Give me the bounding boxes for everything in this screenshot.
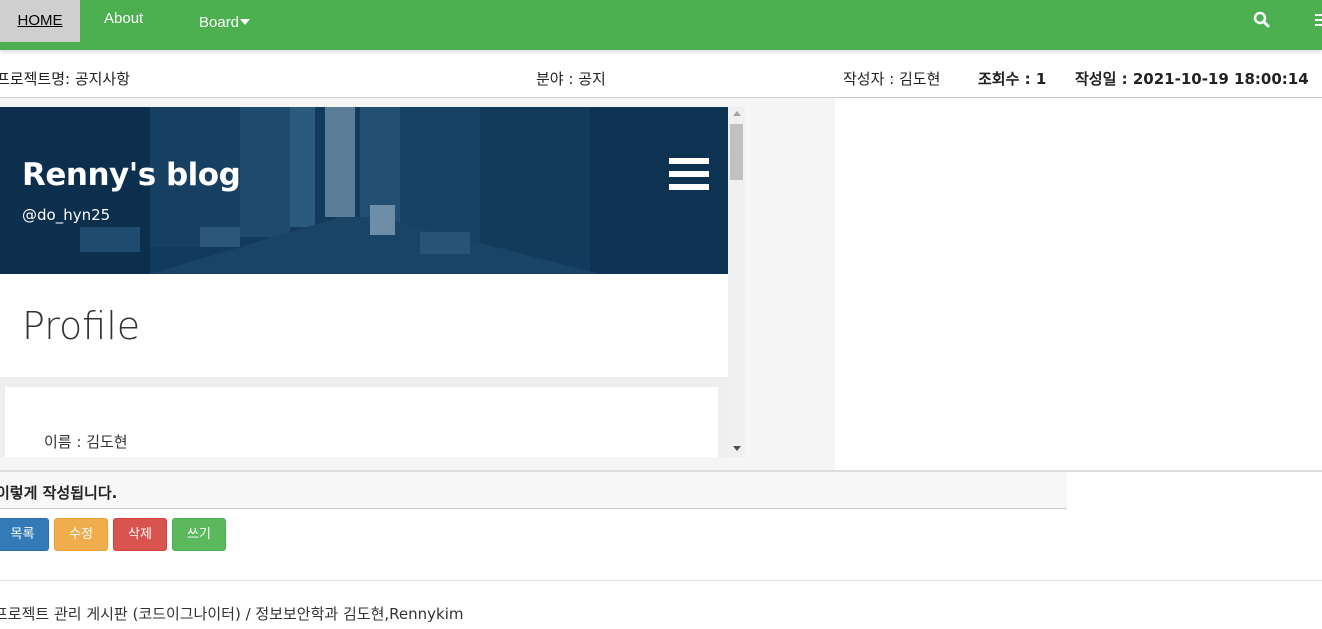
nav-about-link[interactable]: About xyxy=(104,0,143,40)
post-views: 조회수 : 1 xyxy=(978,70,1047,88)
top-navbar: HOME About Board xyxy=(0,0,1322,50)
post-date: 작성일 : 2021-10-19 18:00:14 xyxy=(1075,70,1309,88)
frame-scrollbar[interactable] xyxy=(728,107,745,457)
blog-hero-banner: Renny's blog @do_hyn25 xyxy=(0,107,728,274)
scroll-up-arrow-icon[interactable] xyxy=(733,111,741,116)
profile-name: 이름 : 김도현 xyxy=(44,433,128,451)
footer-text: 프로젝트 관리 게시판 (코드이그나이터) / 정보보안학과 김도현,Renny… xyxy=(0,605,464,623)
footer-divider xyxy=(0,580,1322,581)
list-button[interactable]: 목록 xyxy=(0,518,49,551)
post-field: 분야 : 공지 xyxy=(536,70,606,88)
embedded-blog-frame[interactable]: Renny's blog @do_hyn25 Profile 이름 : 김도현 xyxy=(0,107,745,457)
caret-down-icon xyxy=(240,19,251,25)
profile-heading: Profile xyxy=(22,304,141,348)
delete-button[interactable]: 삭제 xyxy=(113,518,167,551)
nav-home-link[interactable]: HOME xyxy=(0,0,80,42)
scroll-thumb[interactable] xyxy=(730,124,743,180)
write-button[interactable]: 쓰기 xyxy=(172,518,226,551)
edit-button[interactable]: 수정 xyxy=(54,518,108,551)
menu-icon[interactable] xyxy=(1315,14,1322,26)
nav-board-label: Board xyxy=(199,14,240,31)
nav-board-dropdown[interactable]: Board xyxy=(199,2,251,44)
profile-section: Profile xyxy=(0,274,728,377)
scroll-down-arrow-icon[interactable] xyxy=(733,446,741,451)
blog-handle: @do_hyn25 xyxy=(22,206,111,224)
blog-title[interactable]: Renny's blog xyxy=(22,157,241,193)
post-body-text: 이렇게 작성됩니다. xyxy=(0,484,118,502)
project-name: 프로젝트명: 공지사항 xyxy=(0,70,131,88)
blog-menu-icon[interactable] xyxy=(669,158,709,194)
post-body-box: 이렇게 작성됩니다. xyxy=(0,472,1067,509)
search-icon[interactable] xyxy=(1253,11,1271,29)
profile-details-card: 이름 : 김도현 xyxy=(5,387,718,457)
post-author: 작성자 : 김도현 xyxy=(843,70,941,88)
